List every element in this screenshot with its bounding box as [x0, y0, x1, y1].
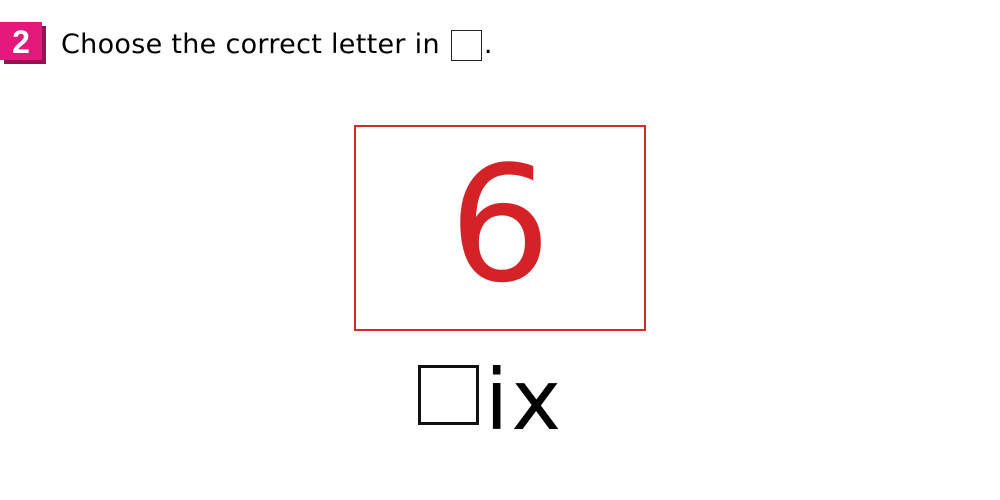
- instruction: Choose the correct letter in .: [61, 26, 493, 62]
- word-remaining-letters: ix: [485, 351, 565, 449]
- missing-letter-box[interactable]: [418, 365, 479, 425]
- card-numeral: 6: [449, 131, 551, 318]
- question-number: 2: [12, 24, 30, 60]
- number-card: 6: [354, 125, 646, 331]
- question-number-badge: 2: [0, 22, 46, 64]
- instruction-period: .: [483, 28, 493, 60]
- question-number-graphic: 2: [0, 22, 46, 64]
- inline-blank-box-icon: [450, 29, 482, 61]
- instruction-text: Choose the correct letter in: [61, 28, 440, 60]
- word-row: ix: [418, 348, 564, 442]
